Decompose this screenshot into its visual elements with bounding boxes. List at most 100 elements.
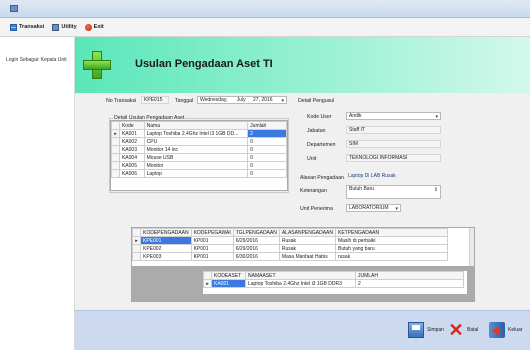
batal-label: Batal [467, 327, 479, 333]
table-cell[interactable]: 0 [247, 137, 287, 146]
table-cell[interactable]: Butuh yang baru [334, 244, 448, 253]
col-nama: Nama [143, 121, 249, 130]
col-alasanpengadaan: ALASANPENGADAAN [278, 228, 336, 237]
table-cell[interactable]: KPE003 [140, 252, 192, 261]
kode-user-value: Andik [349, 113, 362, 119]
menu-exit-label: Exit [93, 24, 104, 30]
menu-utility-label: Utility [61, 24, 77, 30]
jabatan-field: Staff IT [346, 126, 441, 134]
menu-utility[interactable]: Utility [52, 23, 77, 31]
table-cell[interactable]: 0 [247, 153, 287, 162]
unit-field: TEKNOLOGI INFORMASI [346, 154, 441, 162]
col-tglpengadaan: TGLPENGADAAN [232, 228, 280, 237]
login-status: Login Sebagai: Kepala Unit [6, 57, 67, 63]
table-cell[interactable]: Laptop Toshiba 2.4Ghz Intel i3 1GB DD... [143, 129, 249, 138]
unit-penerima-label: Unit Penerima [300, 206, 333, 212]
detail-usulan-grid[interactable]: Kode Nama Jumlah ▸ KA001 Laptop Toshiba … [110, 120, 288, 191]
table-cell[interactable]: KP001 [190, 236, 234, 245]
exit-door-icon [489, 322, 505, 338]
table-cell[interactable]: KA001 [118, 129, 145, 138]
table-cell[interactable]: 6/29/2016 [232, 244, 280, 253]
table-cell[interactable]: KPE001 [140, 236, 192, 245]
table-cell[interactable]: 0 [247, 161, 287, 170]
transaksi-icon [10, 23, 17, 31]
exit-icon [84, 23, 92, 31]
save-icon [408, 322, 424, 338]
footer-toolbar: Simpan ✕ Batal Keluar [75, 310, 530, 350]
tanggal-date: 27, 2016 [253, 97, 273, 103]
tanggal-day: Wednesday, [200, 97, 228, 103]
table-cell[interactable]: KA004 [118, 153, 145, 162]
table-cell[interactable]: 6/30/2016 [232, 252, 280, 261]
col-kodeaset: KODEASET [211, 271, 246, 280]
chevron-down-icon: ▾ [435, 114, 438, 120]
table-cell[interactable]: KP001 [190, 252, 234, 261]
pengadaan-scrollbar[interactable] [469, 228, 474, 266]
no-transaksi-label: No Transaksi [106, 98, 137, 104]
table-cell[interactable]: 0 [247, 145, 287, 154]
table-cell[interactable]: 6/29/2016 [232, 236, 280, 245]
tanggal-label: Tanggal [175, 98, 194, 104]
kode-user-select[interactable]: Andik ▾ [346, 112, 441, 120]
col-kode: Kode [118, 121, 145, 130]
sidebar: Login Sebagai: Kepala Unit [0, 37, 75, 350]
jabatan-label: Jabatan [307, 128, 326, 134]
table-cell[interactable]: rusak [334, 252, 448, 261]
table-cell[interactable]: Masih di perbaiki [334, 236, 448, 245]
chevron-down-icon: ▾ [281, 98, 284, 104]
table-cell[interactable]: 2 [355, 279, 464, 288]
scroll-icon: ⇕ [433, 187, 438, 193]
unit-label: Unit [307, 156, 317, 162]
chevron-down-icon: ▾ [395, 206, 398, 212]
keterangan-label: Keterangan [300, 188, 327, 194]
table-cell[interactable]: KA006 [118, 169, 145, 178]
table-cell[interactable]: Monitor [143, 161, 249, 170]
col-kodepegawai: KODEPEGAWAI [190, 228, 234, 237]
table-cell[interactable]: KP001 [190, 244, 234, 253]
col-kodepengadaan: KODEPENGADAAN [140, 228, 192, 237]
departemen-field: SIM [346, 140, 441, 148]
kode-user-label: Kode User [307, 114, 332, 120]
alasan-field[interactable]: Laptop Di LAB Rusak [346, 173, 441, 181]
simpan-button[interactable]: Simpan [408, 320, 444, 340]
table-cell[interactable]: Rusak [278, 244, 336, 253]
form-header: Usulan Pengadaan Aset TI [75, 37, 530, 93]
table-cell[interactable]: KA001 [211, 279, 246, 288]
main-panel: No Transaksi KPE015 Tanggal Wednesday, J… [75, 93, 530, 310]
table-cell[interactable]: Mouse USB [143, 153, 249, 162]
table-cell[interactable]: CPU [143, 137, 249, 146]
table-cell[interactable]: KA002 [118, 137, 145, 146]
aset-grid[interactable]: KODEASET NAMAASET JUMLAH ▸ KA001 Laptop … [202, 270, 468, 295]
col-namaaset: NAMAASET [245, 271, 356, 280]
table-cell[interactable]: 0 [247, 169, 287, 178]
table-cell[interactable]: KPE002 [140, 244, 192, 253]
aset-grid-container: KODEASET NAMAASET JUMLAH ▸ KA001 Laptop … [131, 267, 475, 302]
utility-icon [52, 23, 60, 31]
pengadaan-grid[interactable]: KODEPENGADAAN KODEPEGAWAI TGLPENGADAAN A… [131, 227, 475, 267]
keterangan-field[interactable]: Butuh Baru ⇕ [346, 185, 441, 199]
title-bar [0, 0, 530, 18]
table-cell[interactable]: KA005 [118, 161, 145, 170]
cancel-icon: ✕ [448, 320, 464, 340]
col-jumlah: Jumlah [247, 121, 287, 130]
menu-transaksi[interactable]: Transaksi [10, 23, 44, 31]
tanggal-picker[interactable]: Wednesday, July 27, 2016 ▾ [197, 96, 287, 104]
unit-penerima-select[interactable]: LABORATORIUM ▾ [346, 204, 401, 212]
batal-button[interactable]: ✕ Batal [448, 320, 478, 340]
menu-exit[interactable]: Exit [84, 23, 104, 31]
alasan-label: Alasan Pengadaan [300, 175, 344, 181]
menu-bar: Transaksi Utility Exit [0, 18, 530, 37]
page-title: Usulan Pengadaan Aset TI [135, 58, 273, 70]
table-cell[interactable]: Masa Manfaat Habis [278, 252, 336, 261]
keluar-button[interactable]: Keluar [489, 320, 522, 340]
tanggal-month: July [236, 97, 246, 103]
no-transaksi-field[interactable]: KPE015 [141, 96, 169, 104]
table-cell[interactable]: KA003 [118, 145, 145, 154]
table-cell[interactable]: Laptop Toshiba 2.4Ghz Intel i3 1GB DDR3 [245, 279, 356, 288]
col-jumlah-aset: JUMLAH [355, 271, 464, 280]
app-icon [10, 5, 18, 12]
table-cell[interactable]: 2 [247, 129, 287, 138]
table-cell[interactable]: Rusak [278, 236, 336, 245]
table-cell[interactable]: Monitor 14 inc [143, 145, 249, 154]
table-cell[interactable]: Laptop [143, 169, 249, 178]
